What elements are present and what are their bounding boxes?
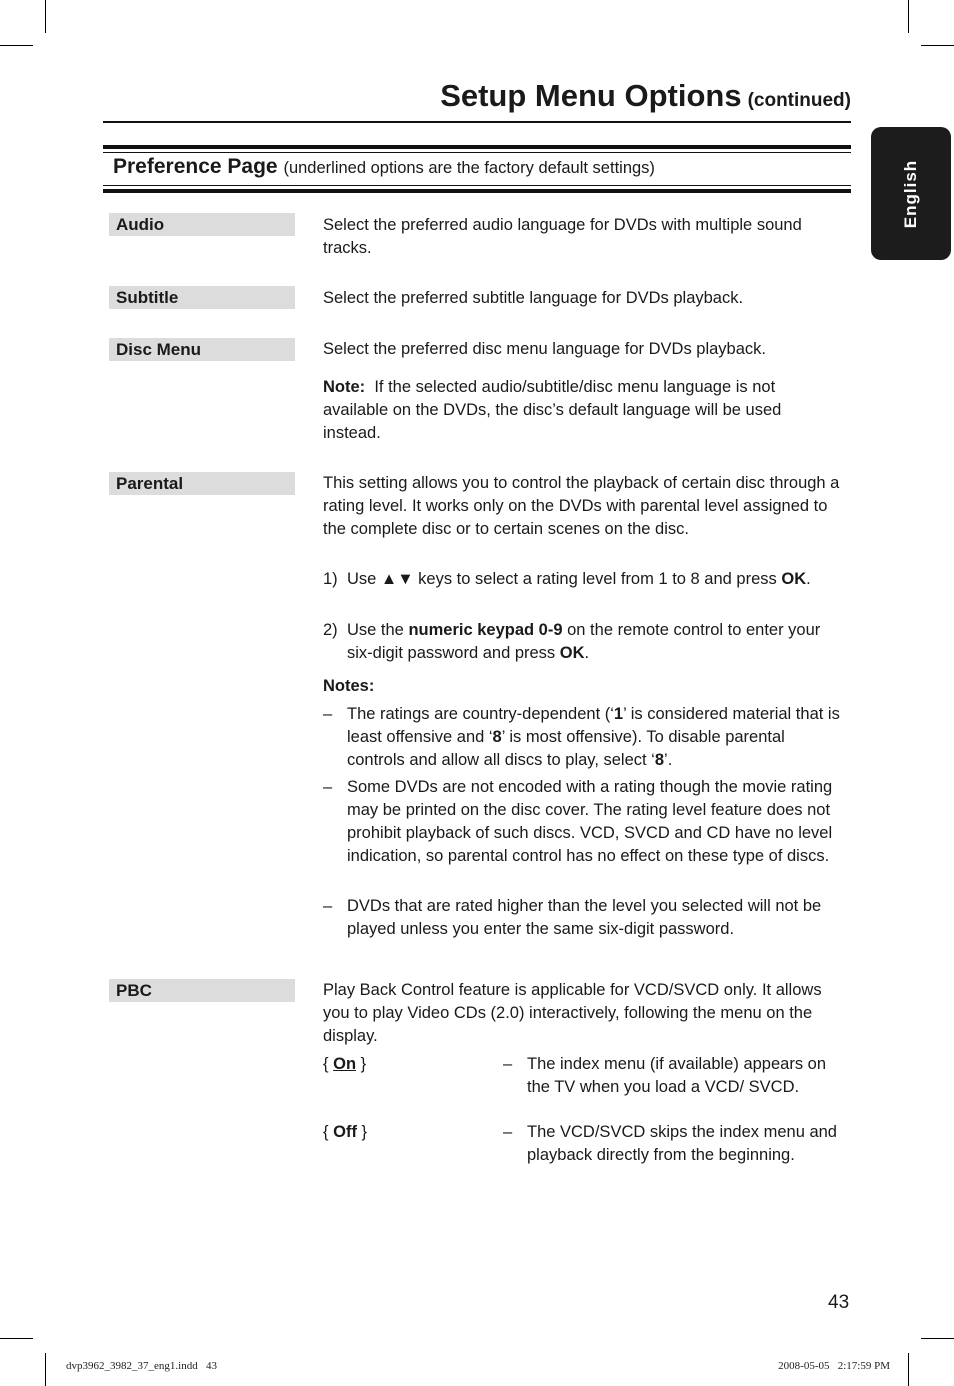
page-title: Setup Menu Options (continued) [440,78,851,114]
crop-mark [45,1353,46,1386]
rating-value: 8 [492,728,502,746]
audio-description: Select the preferred audio language for … [323,216,802,257]
step-number: 2) [323,621,338,639]
disc-menu-note: Note: If the selected audio/subtitle/dis… [323,376,843,445]
option-label-parental: Parental [109,472,295,495]
section-rule-bottom-thin [103,185,851,186]
option-label-subtitle: Subtitle [109,286,295,309]
option-name-default: On [333,1055,357,1073]
crop-mark [921,1338,954,1339]
step-number: 1) [323,570,338,588]
title-rule [103,121,851,123]
section-subtitle: (underlined options are the factory defa… [283,159,655,177]
pbc-option-off: { Off } [323,1123,368,1141]
parental-description: This setting allows you to control the p… [323,474,840,538]
parental-note: – DVDs that are rated higher than the le… [323,895,843,941]
crop-mark [921,45,954,46]
section-rule-bottom-thick [103,189,851,193]
footer-timestamp: 2008-05-05 2:17:59 PM [778,1360,890,1372]
pbc-option-off-desc: – The VCD/SVCD skips the index menu and … [503,1121,843,1167]
notes-heading: Notes: [323,675,843,698]
section-title: Preference Page (underlined options are … [113,155,655,179]
note-text: If the selected audio/subtitle/disc menu… [323,378,782,442]
step-text: Use ▲▼ keys to select a rating level fro… [347,570,782,588]
dash-bullet: – [323,778,333,796]
parental-step: 1) Use ▲▼ keys to select a rating level … [323,568,843,591]
dash-bullet: – [323,897,333,915]
option-label-pbc: PBC [109,979,295,1002]
ok-key: OK [559,644,585,662]
step-text: Use the [347,621,409,639]
option-label-disc-menu: Disc Menu [109,338,295,361]
option-description: The index menu (if available) appears on… [527,1055,827,1096]
pbc-option-on: { On } [323,1055,367,1073]
crop-mark [0,1338,33,1339]
ok-key: OK [781,570,807,588]
page-title-text: Setup Menu Options [440,78,742,113]
page-title-suffix: (continued) [747,90,851,111]
pbc-description: Play Back Control feature is applicable … [323,981,822,1045]
note-label: Note: [323,378,366,396]
note-text: ’. [664,751,673,769]
footer-file: dvp3962_3982_37_eng1.indd 43 [66,1360,217,1372]
step-text-end: . [584,644,590,662]
dash-bullet: – [503,1055,513,1073]
page-number: 43 [828,1292,850,1313]
notes-label: Notes: [323,677,375,695]
note-text: Some DVDs are not encoded with a rating … [347,778,833,865]
crop-mark [45,0,46,33]
crop-mark [0,45,33,46]
option-name: Off [333,1123,357,1141]
rating-value: 1 [613,705,624,723]
parental-note: – The ratings are country-dependent (‘1 ’… [323,703,843,772]
rating-value: 8 [654,751,665,769]
crop-mark [908,0,909,33]
parental-note: – Some DVDs are not encoded with a ratin… [323,776,843,868]
note-text: The ratings are country-dependent (‘ [347,705,614,723]
section-title-text: Preference Page [113,155,278,178]
numeric-keypad-label: numeric keypad 0-9 [408,621,563,639]
section-rule-top-thin [103,152,851,153]
step-text-end: . [806,570,811,588]
parental-step: 2) Use the numeric keypad 0-9 on the rem… [323,619,843,665]
dash-bullet: – [503,1123,513,1141]
note-text: DVDs that are rated higher than the leve… [347,897,822,938]
subtitle-description: Select the preferred subtitle language f… [323,289,744,307]
option-description: The VCD/SVCD skips the index menu and pl… [527,1123,837,1164]
language-tab: English [871,127,951,260]
disc-menu-description: Select the preferred disc menu language … [323,340,766,358]
section-rule-top-thick [103,145,851,149]
option-label-audio: Audio [109,213,295,236]
crop-mark [908,1353,909,1386]
dash-bullet: – [323,705,333,723]
language-tab-label: English [901,159,920,228]
pbc-option-on-desc: – The index menu (if available) appears … [503,1053,843,1099]
